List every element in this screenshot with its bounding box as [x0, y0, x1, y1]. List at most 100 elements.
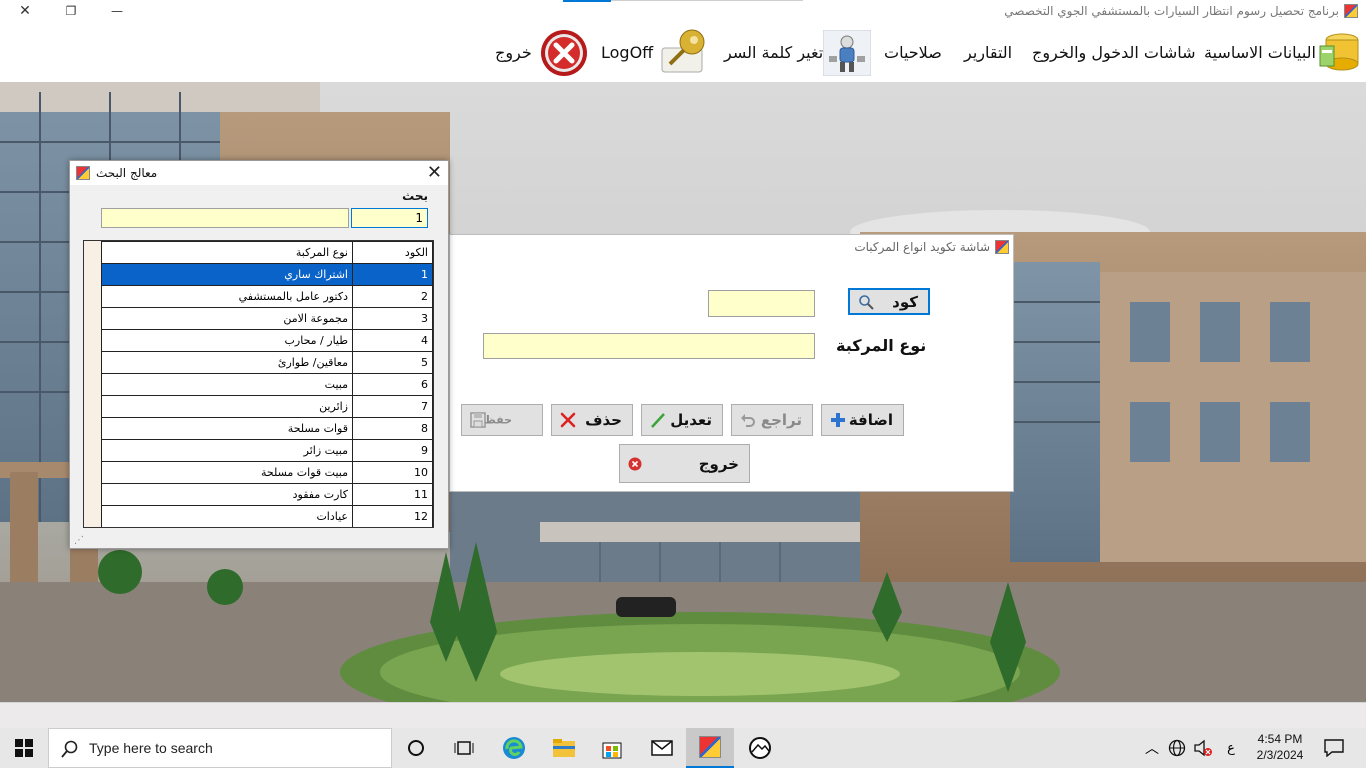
taskbar-clock[interactable]: 4:54 PM 2/3/2024	[1250, 731, 1310, 763]
vehicle-type-cell[interactable]: زائرين	[101, 395, 353, 418]
network-globe-icon[interactable]	[1164, 728, 1190, 768]
code-input[interactable]	[708, 290, 815, 317]
file-explorer-taskbar-button[interactable]	[540, 728, 588, 768]
vehicle-type-input[interactable]	[483, 333, 815, 359]
table-row[interactable]: طيار / محارب 4	[101, 329, 433, 352]
code-cell[interactable]: 7	[352, 395, 433, 418]
vehicle-type-cell[interactable]: مبيت	[101, 373, 353, 396]
code-cell[interactable]: 8	[352, 417, 433, 440]
edit-button[interactable]: تعديل	[641, 404, 723, 436]
vehicle-type-cell[interactable]: مجموعة الامن	[101, 307, 353, 330]
search-code-input[interactable]: 1	[351, 208, 428, 228]
table-row[interactable]: مجموعة الامن 3	[101, 307, 433, 330]
code-cell[interactable]: 6	[352, 373, 433, 396]
code-cell[interactable]: 11	[352, 483, 433, 506]
photos-icon	[749, 737, 771, 759]
code-search-button[interactable]: كود	[848, 288, 930, 315]
table-row[interactable]: قوات مسلحة 8	[101, 417, 433, 440]
app-title: برنامج تحصيل رسوم انتظار السيارات بالمست…	[1004, 4, 1358, 18]
vehicle-type-cell[interactable]: مبيت زائر	[101, 439, 353, 462]
exit-button[interactable]: خروج	[619, 444, 750, 483]
search-text-input[interactable]	[101, 208, 349, 228]
search-icon	[859, 294, 874, 310]
search-window-close-button[interactable]: ✕	[427, 162, 442, 183]
table-row[interactable]: كارت مفقود 11	[101, 483, 433, 506]
vehicle-type-cell[interactable]: مبيت قوات مسلحة	[101, 461, 353, 484]
close-window-button[interactable]: ✕	[2, 0, 48, 22]
code-cell[interactable]: 2	[352, 285, 433, 308]
grid-header-row: نوع المركبة الكود	[101, 241, 433, 264]
vehicle-type-cell[interactable]: عيادات	[101, 505, 353, 527]
vehicle-type-cell[interactable]: طيار / محارب	[101, 329, 353, 352]
code-cell[interactable]: 1	[352, 263, 433, 286]
search-label: بحث	[402, 189, 428, 203]
menu-exit[interactable]: خروج	[495, 43, 532, 62]
tray-overflow-chevron-icon[interactable]: ︿	[1140, 728, 1164, 768]
delete-button[interactable]: حذف	[551, 404, 633, 436]
photos-taskbar-button[interactable]	[736, 728, 784, 768]
table-row[interactable]: مبيت زائر 9	[101, 439, 433, 462]
coding-window-icon	[995, 240, 1009, 254]
logoff-x-icon[interactable]	[539, 28, 589, 78]
status-strip	[0, 702, 1366, 728]
edge-taskbar-button[interactable]	[490, 728, 538, 768]
task-view-button[interactable]	[440, 728, 488, 768]
menu-reports[interactable]: التقارير	[964, 43, 1012, 62]
undo-button-label: تراجع	[760, 411, 802, 429]
table-row[interactable]: معاقين/ طوارئ 5	[101, 351, 433, 374]
table-row[interactable]: زائرين 7	[101, 395, 433, 418]
save-button[interactable]: حفظ	[461, 404, 543, 436]
undo-button[interactable]: تراجع	[731, 404, 813, 436]
taskbar-search-box[interactable]: Type here to search	[48, 728, 392, 768]
minimize-window-button[interactable]: —	[94, 0, 140, 22]
vehicle-type-cell[interactable]: اشتراك ساري	[101, 263, 353, 286]
menu-change-password[interactable]: تغير كلمة السر	[724, 43, 823, 62]
start-button[interactable]	[0, 728, 48, 768]
ime-language-indicator[interactable]: ع	[1218, 728, 1244, 768]
menu-logoff[interactable]: LogOff	[601, 43, 653, 62]
table-row[interactable]: مبيت قوات مسلحة 10	[101, 461, 433, 484]
clock-time: 4:54 PM	[1257, 732, 1303, 746]
notifications-button[interactable]	[1312, 728, 1356, 768]
table-row[interactable]: اشتراك ساري 1	[101, 263, 433, 286]
restore-window-button[interactable]: ❐	[48, 0, 94, 22]
cortana-button[interactable]	[392, 728, 440, 768]
menu-basic-data[interactable]: البيانات الاساسية	[1204, 43, 1316, 62]
vehicle-type-cell[interactable]: دكتور عامل بالمستشفي	[101, 285, 353, 308]
vehicle-type-cell[interactable]: معاقين/ طوارئ	[101, 351, 353, 374]
search-window-title-bar: معالج البحث ✕	[70, 161, 448, 185]
volume-muted-icon[interactable]	[1190, 728, 1216, 768]
vehicle-type-label: نوع المركبة	[836, 336, 927, 355]
table-row[interactable]: دكتور عامل بالمستشفي 2	[101, 285, 433, 308]
app-icon	[1344, 4, 1358, 18]
menu-permissions[interactable]: صلاحيات	[884, 43, 942, 62]
vehicle-type-cell[interactable]: كارت مفقود	[101, 483, 353, 506]
app-title-text: برنامج تحصيل رسوم انتظار السيارات بالمست…	[1004, 4, 1339, 18]
code-cell[interactable]: 3	[352, 307, 433, 330]
save-button-label: حفظ	[484, 413, 512, 427]
menu-entry-exit-screens[interactable]: شاشات الدخول والخروج	[1032, 43, 1196, 62]
edge-browser-icon	[503, 737, 525, 759]
parking-app-taskbar-button[interactable]	[686, 728, 734, 768]
add-button-label: اضافة	[848, 411, 893, 429]
vehicle-type-cell[interactable]: قوات مسلحة	[101, 417, 353, 440]
code-cell[interactable]: 5	[352, 351, 433, 374]
window-title-bar: ✕ ❐ — برنامج تحصيل رسوم انتظار السيارات …	[0, 0, 1366, 24]
store-taskbar-button[interactable]	[588, 728, 636, 768]
column-header-code[interactable]: الكود	[352, 241, 433, 264]
table-row[interactable]: مبيت 6	[101, 373, 433, 396]
task-view-icon	[454, 741, 474, 755]
database-icon	[1319, 33, 1359, 71]
column-header-vehicle-type[interactable]: نوع المركبة	[101, 241, 353, 264]
resize-grip[interactable]: ⋰	[74, 535, 84, 546]
table-row[interactable]: عيادات 12	[101, 505, 433, 527]
code-cell[interactable]: 12	[352, 505, 433, 527]
mail-taskbar-button[interactable]	[638, 728, 686, 768]
code-cell[interactable]: 4	[352, 329, 433, 352]
permissions-person-icon[interactable]	[823, 30, 871, 76]
code-cell[interactable]: 9	[352, 439, 433, 462]
taskbar: Type here to search ︿ ع 4:54 PM 2/3/2024	[0, 728, 1366, 768]
add-button[interactable]: اضافة	[821, 404, 904, 436]
code-cell[interactable]: 10	[352, 461, 433, 484]
key-icon[interactable]	[660, 28, 708, 76]
